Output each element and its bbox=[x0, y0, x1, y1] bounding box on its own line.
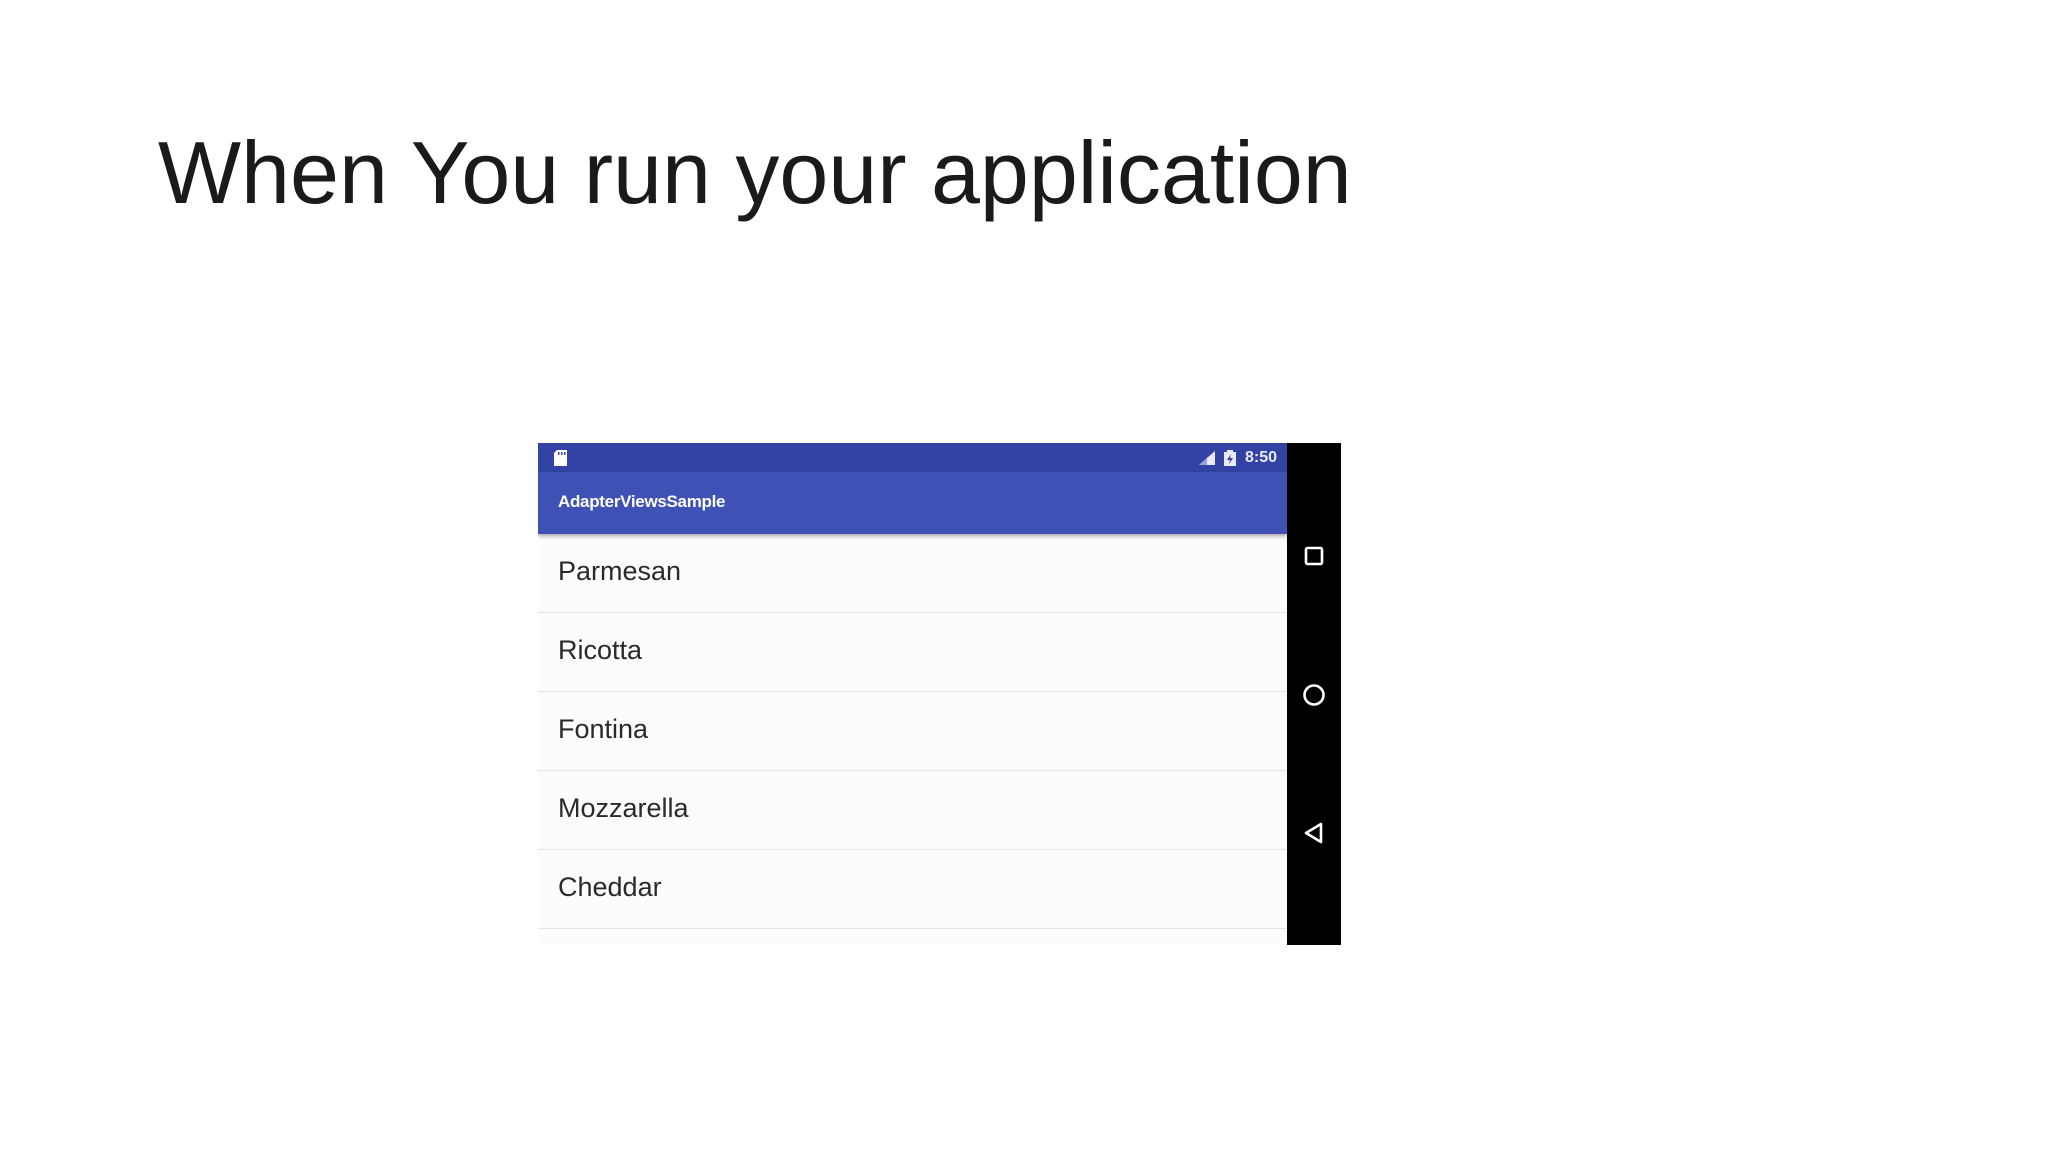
list-item-label: Parmesan bbox=[558, 556, 682, 586]
android-emulator-screenshot: 8:50 AdapterViewsSample Parmesan Ricotta… bbox=[538, 443, 1341, 945]
back-icon[interactable] bbox=[1300, 819, 1328, 847]
list-item[interactable]: Cheddar bbox=[538, 850, 1287, 929]
cheese-list: Parmesan Ricotta Fontina Mozzarella Ched… bbox=[538, 534, 1287, 929]
list-item[interactable]: Parmesan bbox=[538, 534, 1287, 613]
list-item[interactable]: Ricotta bbox=[538, 613, 1287, 692]
app-title: AdapterViewsSample bbox=[558, 492, 726, 511]
list-item[interactable]: Mozzarella bbox=[538, 771, 1287, 850]
device-screen: 8:50 AdapterViewsSample Parmesan Ricotta… bbox=[538, 443, 1287, 945]
sd-card-icon bbox=[554, 450, 567, 466]
status-time: 8:50 bbox=[1244, 448, 1277, 466]
list-item-label: Ricotta bbox=[558, 635, 643, 665]
list-item[interactable]: Fontina bbox=[538, 692, 1287, 771]
status-bar: 8:50 bbox=[538, 443, 1287, 472]
list-item-label: Cheddar bbox=[558, 872, 662, 902]
status-icons: 8:50 bbox=[1197, 443, 1277, 472]
list-item-label: Mozzarella bbox=[558, 793, 689, 823]
list-item-label: Fontina bbox=[558, 714, 649, 744]
app-bar: AdapterViewsSample bbox=[538, 472, 1287, 534]
slide-title: When You run your application bbox=[158, 123, 1352, 222]
battery-icon bbox=[1223, 449, 1236, 466]
home-icon[interactable] bbox=[1300, 681, 1328, 709]
navigation-bar bbox=[1287, 443, 1341, 945]
recents-icon[interactable] bbox=[1300, 542, 1328, 570]
signal-icon bbox=[1198, 450, 1215, 465]
